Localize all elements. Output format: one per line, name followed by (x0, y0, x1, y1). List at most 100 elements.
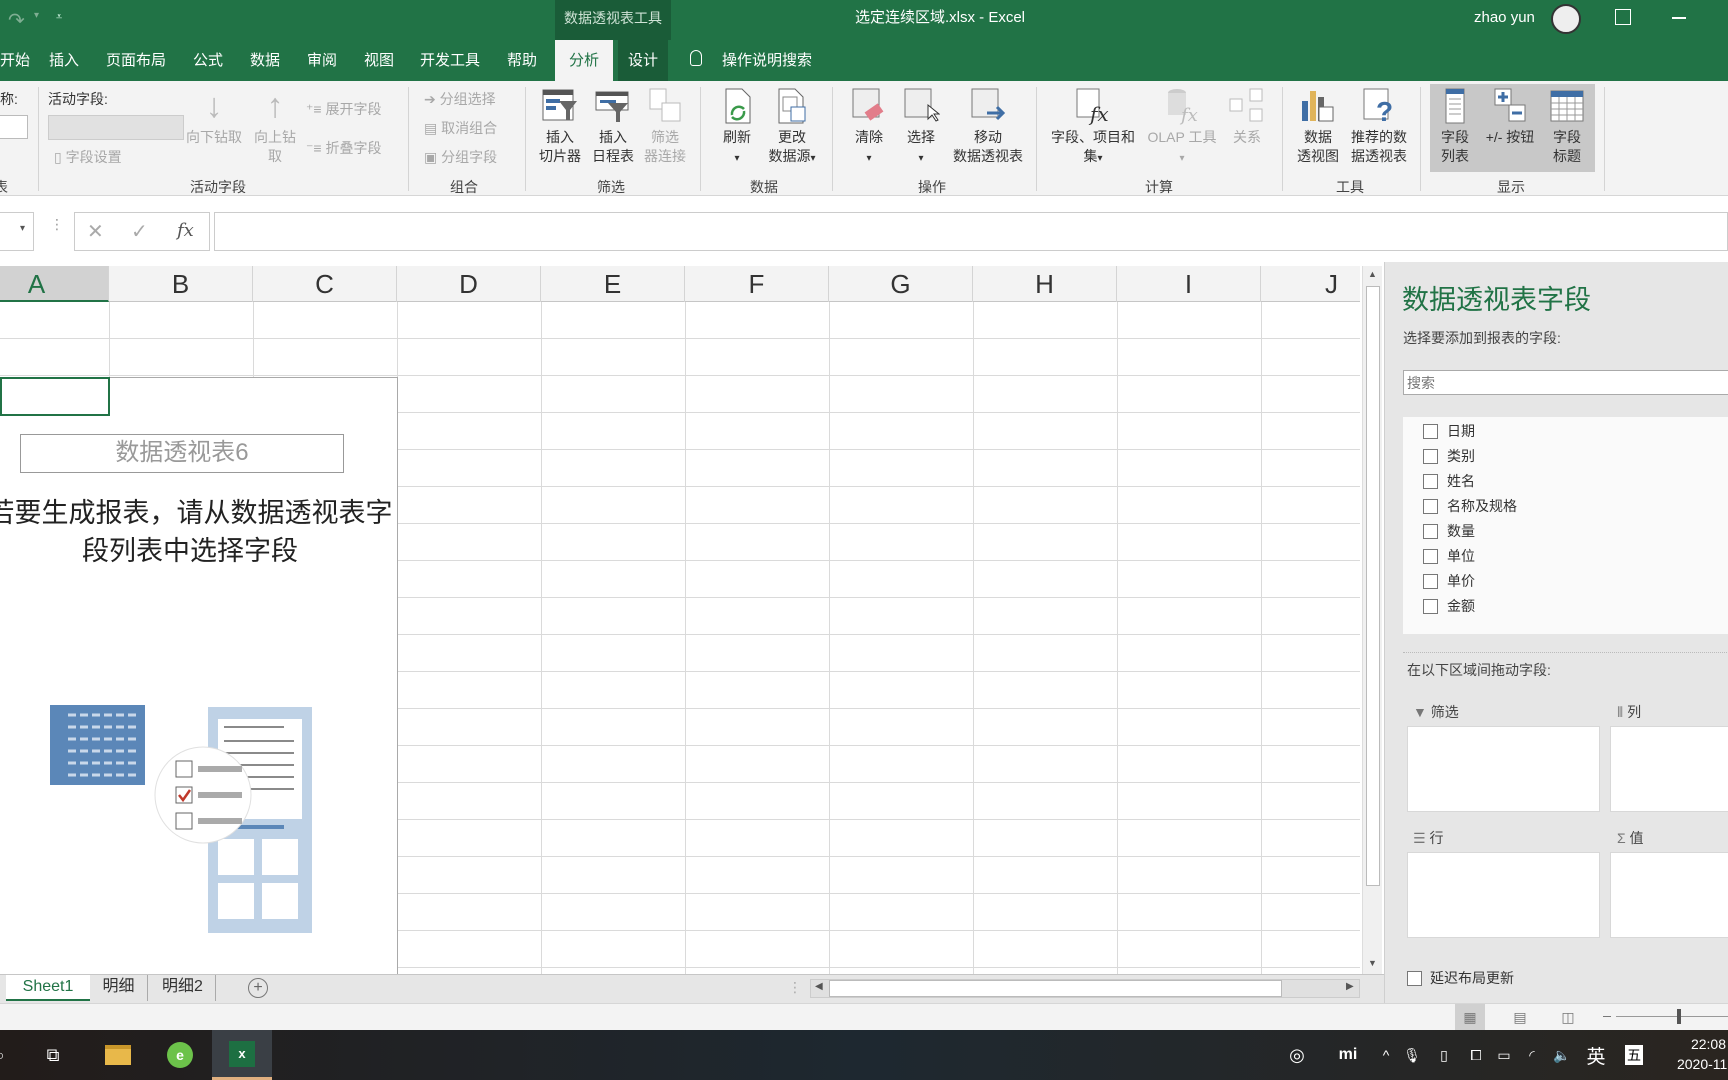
horizontal-scroll-thumb[interactable] (829, 980, 1282, 997)
tab-help[interactable]: 帮助 (497, 40, 547, 81)
redo-icon[interactable]: ↷ (8, 8, 25, 33)
ungroup-button[interactable]: ▤ 取消组合 (424, 118, 497, 138)
usb-icon[interactable]: ▯ (1436, 1030, 1452, 1080)
name-box-dropdown-icon[interactable]: ▾ (20, 223, 25, 234)
filter-connections-button[interactable]: 筛选 器连接 (640, 87, 690, 166)
column-header-f[interactable]: F (685, 266, 829, 302)
olap-tools-button[interactable]: fx OLAP 工具 ▾ (1144, 87, 1220, 168)
select-button[interactable]: 选择 ▾ (896, 87, 946, 168)
column-header-g[interactable]: G (829, 266, 973, 302)
avatar[interactable] (1551, 4, 1581, 34)
field-checkbox[interactable] (1423, 423, 1438, 439)
field-checkbox[interactable] (1423, 473, 1438, 489)
excel-taskbar-icon[interactable]: x (212, 1030, 272, 1080)
field-item[interactable]: 姓名 (1423, 470, 1475, 492)
redo-dropdown-icon[interactable]: ▾ (34, 10, 39, 21)
pivot-name-input[interactable] (0, 115, 28, 139)
task-view-icon[interactable]: ⧉ (36, 1030, 70, 1080)
relationships-button[interactable]: 关系 (1222, 87, 1272, 147)
tell-me-search[interactable]: 操作说明搜索 (712, 40, 822, 81)
defer-layout-update[interactable]: 延迟布局更新 (1407, 968, 1514, 988)
pivotchart-button[interactable]: 数据 透视图 (1290, 87, 1346, 166)
change-data-source-button[interactable]: 更改 数据源▾ (762, 87, 822, 168)
sheet-tab-detail2[interactable]: 明细2 (150, 975, 216, 1001)
field-checkbox[interactable] (1423, 448, 1438, 464)
volume-icon[interactable]: 🔈 (1552, 1030, 1572, 1080)
sheet-tab-sheet1[interactable]: Sheet1 (6, 975, 90, 1001)
tab-formulas[interactable]: 公式 (183, 40, 233, 81)
microphone-icon[interactable]: 🎙 (1403, 1030, 1421, 1080)
tab-developer[interactable]: 开发工具 (410, 40, 490, 81)
page-break-view-icon[interactable]: ◫ (1553, 1004, 1583, 1031)
wifi-icon[interactable]: ◜ (1522, 1030, 1542, 1080)
column-header-h[interactable]: H (973, 266, 1117, 302)
column-header-a[interactable]: A (0, 266, 109, 302)
clear-dropdown-icon[interactable]: ▾ (866, 153, 871, 164)
group-selection-button[interactable]: ➔ 分组选择 (424, 89, 496, 109)
active-field-input[interactable] (48, 115, 184, 140)
scroll-down-icon[interactable]: ▼ (1368, 958, 1377, 968)
cancel-icon[interactable]: ✕ (87, 219, 104, 244)
move-pivottable-button[interactable]: 移动 数据透视表 (948, 87, 1028, 166)
tab-split-grip[interactable]: ⋮ (788, 979, 802, 996)
tab-home[interactable]: 开始 (0, 40, 40, 81)
customize-qat-icon[interactable]: ⩡ (56, 11, 62, 24)
selected-cell[interactable] (0, 377, 110, 416)
ime-mode[interactable]: 五 (1622, 1030, 1646, 1080)
enter-icon[interactable]: ✓ (131, 219, 148, 244)
tab-page-layout[interactable]: 页面布局 (96, 40, 176, 81)
field-checkbox[interactable] (1423, 573, 1438, 589)
show-hidden-icons[interactable]: ^ (1378, 1030, 1394, 1080)
insert-slicer-button[interactable]: 插入 切片器 (535, 87, 585, 166)
field-list-button[interactable]: 字段 列表 (1432, 87, 1478, 166)
tab-analyze[interactable]: 分析 (555, 40, 613, 81)
field-settings-button[interactable]: ▯ 字段设置 (54, 147, 122, 167)
pivot-table-placeholder[interactable]: 数据透视表6 若要生成报表，请从数据透视表字 段列表中选择字段 (0, 377, 398, 974)
file-explorer-icon[interactable] (98, 1030, 138, 1080)
columns-drop-area[interactable] (1610, 726, 1728, 812)
search-icon[interactable]: ○ (0, 1030, 10, 1080)
drill-down-button[interactable]: ↓ 向下钻取 (184, 87, 244, 147)
defer-checkbox[interactable] (1407, 970, 1422, 986)
group-field-button[interactable]: ▣ 分组字段 (424, 147, 497, 167)
field-item[interactable]: 单价 (1423, 570, 1475, 592)
sheet-tab-detail[interactable]: 明细 (90, 975, 148, 1001)
rows-drop-area[interactable] (1407, 852, 1600, 938)
insert-function-icon[interactable]: fx (177, 220, 194, 241)
tab-design[interactable]: 设计 (618, 40, 669, 81)
pane-splitter[interactable] (1403, 652, 1728, 653)
battery-icon[interactable]: ▭ (1494, 1030, 1514, 1080)
field-item[interactable]: 日期 (1423, 420, 1475, 442)
formula-input[interactable] (214, 212, 1728, 251)
column-header-e[interactable]: E (541, 266, 685, 302)
drill-up-button[interactable]: ↑ 向上钻取 (250, 87, 300, 166)
field-item[interactable]: 单位 (1423, 545, 1475, 567)
scroll-up-icon[interactable]: ▲ (1368, 269, 1377, 279)
values-drop-area[interactable] (1610, 852, 1728, 938)
field-item[interactable]: 类别 (1423, 445, 1475, 467)
scroll-right-icon[interactable]: ▶ (1346, 981, 1354, 992)
minimize-icon[interactable] (1672, 17, 1686, 19)
tab-insert[interactable]: 插入 (39, 40, 89, 81)
filters-drop-area[interactable] (1407, 726, 1600, 812)
expand-field-button[interactable]: ⁺≡ 展开字段 (306, 99, 381, 119)
tab-view[interactable]: 视图 (354, 40, 404, 81)
field-search-input[interactable] (1403, 370, 1728, 395)
recommended-pivottables-button[interactable]: ? 推荐的数 据透视表 (1346, 87, 1412, 166)
clock[interactable]: 22:08 2020-11- (1662, 1034, 1728, 1074)
column-header-b[interactable]: B (109, 266, 253, 302)
collapse-field-button[interactable]: ⁻≡ 折叠字段 (306, 138, 381, 158)
column-header-d[interactable]: D (397, 266, 541, 302)
vertical-scroll-thumb[interactable] (1366, 286, 1380, 886)
mi-icon[interactable]: mi (1333, 1030, 1363, 1080)
zoom-slider-thumb[interactable] (1677, 1009, 1681, 1024)
browser-icon[interactable]: e (160, 1030, 200, 1080)
refresh-dropdown-icon[interactable]: ▾ (734, 153, 739, 164)
user-name[interactable]: zhao yun (1474, 9, 1535, 26)
insert-timeline-button[interactable]: 插入 日程表 (588, 87, 638, 166)
tray-app-icon[interactable]: ◎ (1285, 1030, 1309, 1080)
page-layout-view-icon[interactable]: ▤ (1505, 1004, 1535, 1031)
scroll-left-icon[interactable]: ◀ (815, 981, 823, 992)
field-item[interactable]: 金额 (1423, 595, 1475, 617)
field-checkbox[interactable] (1423, 548, 1438, 564)
